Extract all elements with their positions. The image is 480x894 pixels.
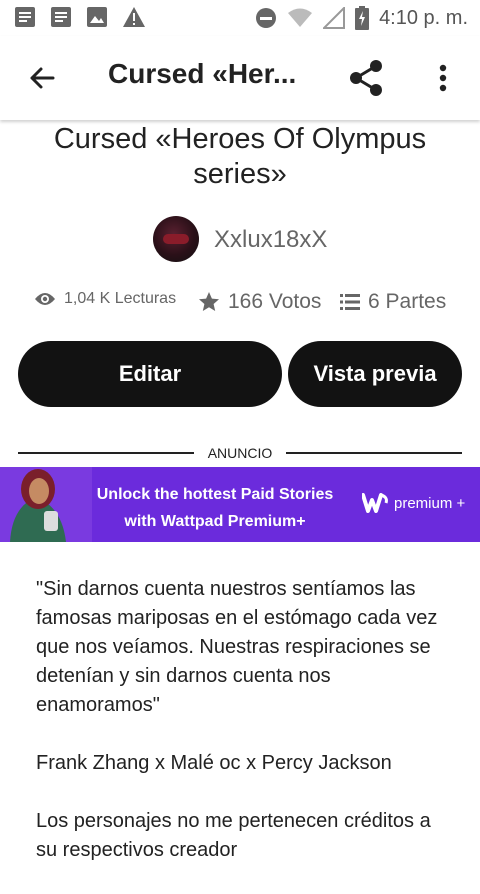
author-name[interactable]: Xxlux18xX (214, 226, 327, 254)
wattpad-premium-logo: premium + (362, 493, 465, 513)
warning-icon (123, 7, 145, 27)
notes-icon (15, 7, 35, 27)
premium-ad-banner[interactable]: Unlock the hottest Paid Stories with Wat… (0, 467, 480, 542)
story-stats: 1,04 K Lecturas 166 Votos 6 Partes (0, 290, 480, 320)
app-bar-title: Cursed «Her... (108, 58, 297, 89)
do-not-disturb-icon (256, 8, 277, 28)
status-bar-notifications (14, 6, 146, 28)
signal-icon (323, 7, 346, 29)
premium-label: premium + (394, 494, 466, 512)
description-pairing: Frank Zhang x Malé oc x Percy Jackson (36, 752, 392, 774)
reads-count: 1,04 K Lecturas (64, 290, 177, 307)
divider-line (18, 452, 194, 454)
author-row[interactable]: Xxlux18xX (0, 214, 480, 266)
star-icon (199, 292, 219, 311)
ad-banner-text: Unlock the hottest Paid Stories with Wat… (80, 481, 350, 535)
eye-icon (35, 293, 55, 305)
back-button[interactable] (22, 60, 62, 96)
arrow-back-icon (30, 67, 55, 89)
edit-button[interactable]: Editar (18, 341, 282, 407)
status-bar-system: 4:10 p. m. (255, 6, 468, 30)
reads-stat: 1,04 K Lecturas (34, 290, 176, 308)
story-description: "Sin darnos cuenta nuestros sentíamos la… (36, 575, 456, 894)
share-button[interactable] (344, 56, 388, 100)
more-vert-icon (439, 64, 447, 92)
ad-person-illustration (0, 467, 92, 542)
votes-count: 166 Votos (228, 290, 322, 313)
wifi-icon (288, 8, 313, 27)
avatar[interactable] (153, 216, 199, 262)
description-quote: "Sin darnos cuenta nuestros sentíamos la… (36, 578, 438, 716)
list-icon (340, 294, 360, 310)
parts-stat: 6 Partes (340, 290, 446, 314)
preview-button[interactable]: Vista previa (288, 341, 462, 407)
description-disclaimer: Los personajes no me pertenecen créditos… (36, 810, 431, 861)
story-title: Cursed «Heroes Of Olympus series» (53, 123, 427, 190)
parts-count: 6 Partes (368, 290, 447, 313)
wattpad-w-icon (362, 493, 388, 513)
ad-label: ANUNCIO (207, 445, 273, 461)
image-icon (87, 7, 107, 27)
status-time: 4:10 p. m. (379, 6, 468, 29)
status-bar: 4:10 p. m. (0, 0, 480, 36)
divider-line (286, 452, 462, 454)
ad-banner-line-2: with Wattpad Premium+ (124, 513, 306, 530)
ad-divider: ANUNCIO (18, 444, 462, 464)
ad-banner-line-1: Unlock the hottest Paid Stories (96, 486, 334, 503)
battery-charging-icon (355, 6, 370, 30)
more-options-button[interactable] (428, 56, 458, 100)
app-bar: Cursed «Her... (0, 36, 480, 120)
votes-stat: 166 Votos (198, 290, 321, 314)
notes-icon (51, 7, 71, 27)
share-icon (350, 60, 382, 96)
